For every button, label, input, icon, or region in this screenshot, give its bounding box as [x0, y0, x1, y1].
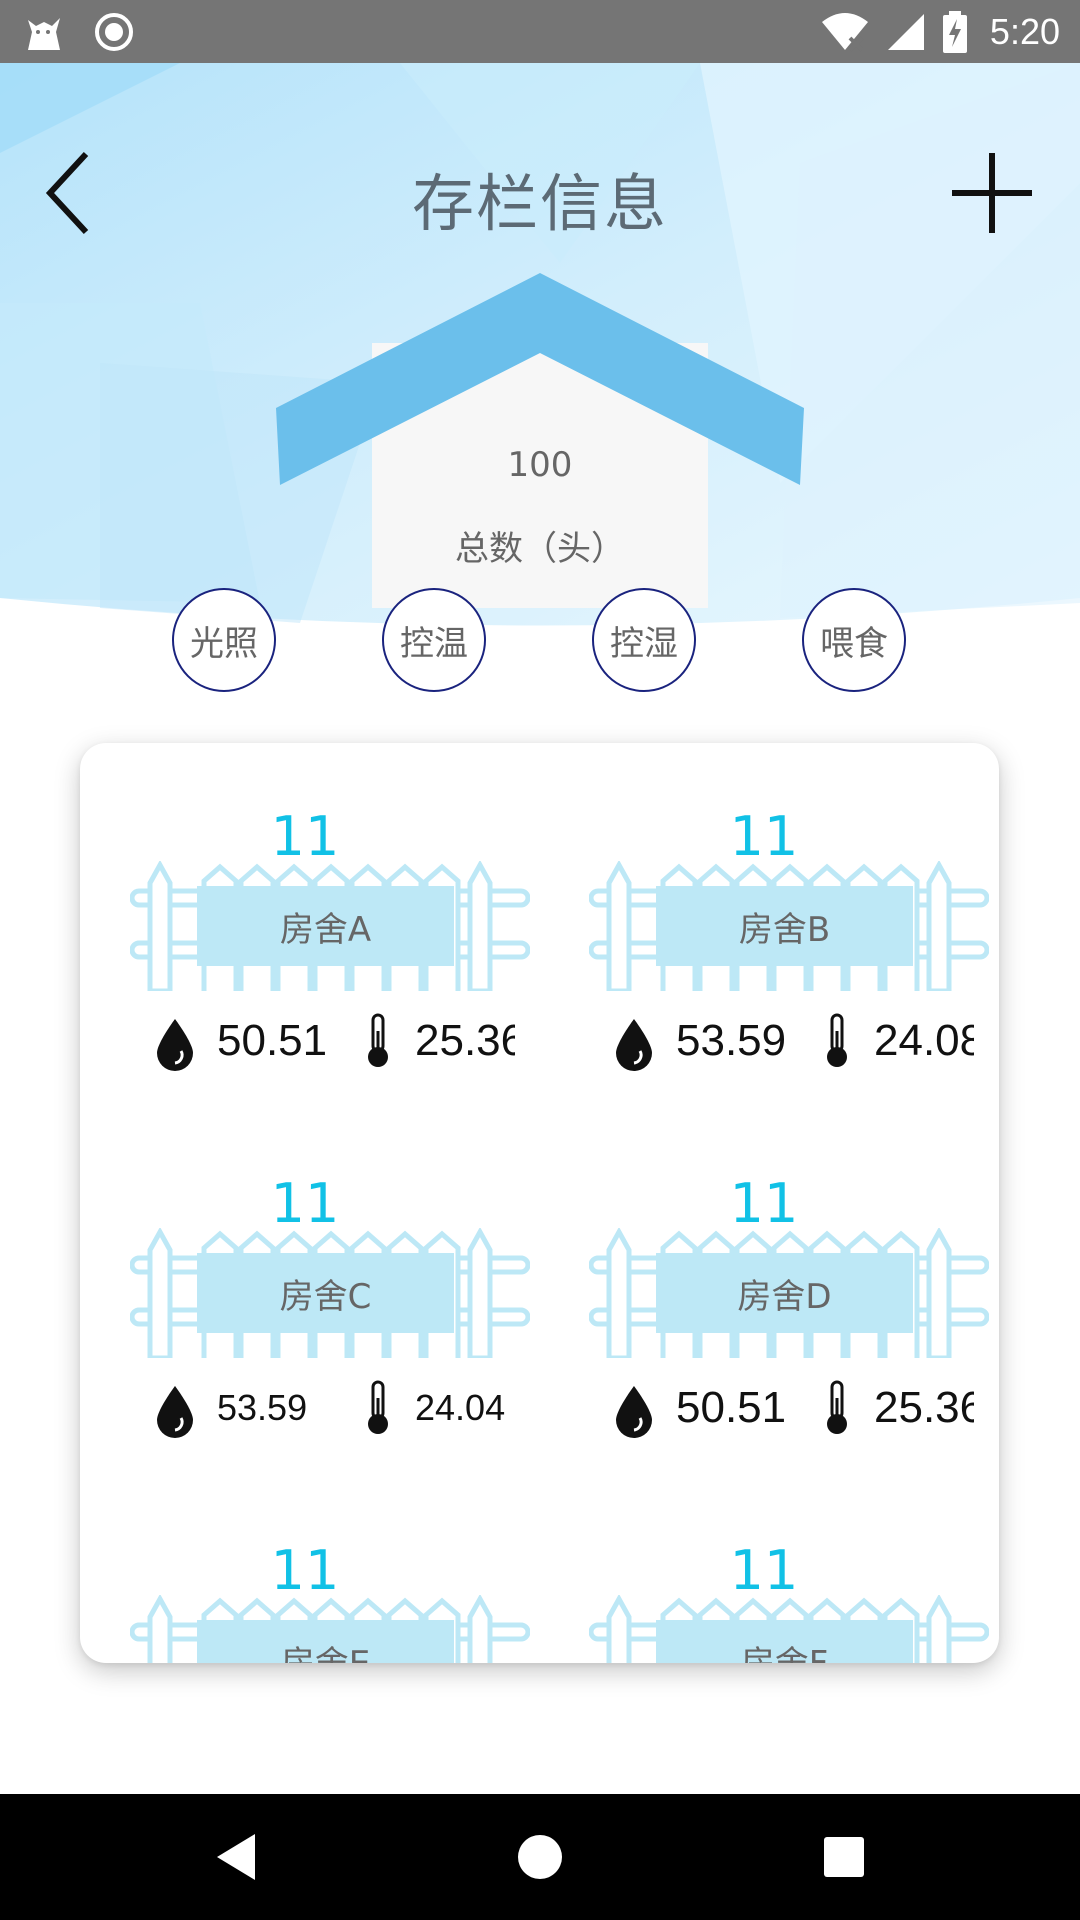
total-label: 总数（头） [455, 529, 625, 569]
temperature-value: 24.04 [415, 1387, 506, 1428]
house-metrics: 50.51 25.36 [614, 1380, 974, 1440]
humidity-control-label: 控湿 [610, 623, 678, 664]
recents-nav-icon[interactable] [811, 1824, 877, 1890]
house-count: 11 [270, 805, 340, 868]
house-metrics: 53.59 24.04 [155, 1380, 515, 1440]
house-cell[interactable]: 11 房舍F [564, 1477, 989, 1663]
house-name-plate[interactable]: 房舍D [656, 1253, 913, 1333]
house-name-plate[interactable]: 房舍B [656, 886, 913, 966]
water-drop-icon [157, 1019, 193, 1071]
navigation-bar [0, 1794, 1080, 1920]
temperature-control-label: 控温 [400, 623, 468, 664]
battery-icon [942, 10, 967, 53]
humidity-control-button[interactable]: 控湿 [592, 588, 696, 692]
wifi-icon [821, 12, 868, 51]
thermometer-icon [368, 1380, 388, 1434]
thermometer-icon [368, 1013, 388, 1067]
house-count: 11 [729, 1172, 799, 1235]
water-drop-icon [616, 1019, 652, 1071]
house-name: 房舍B [738, 909, 831, 950]
back-nav-icon[interactable] [203, 1824, 269, 1890]
total-count: 100 [507, 445, 573, 485]
house-metrics: 53.59 24.08 [614, 1013, 974, 1073]
house-name-plate[interactable]: 房舍A [197, 886, 454, 966]
temperature-value: 25.36 [415, 1016, 515, 1065]
house-name: 房舍D [737, 1276, 832, 1317]
house-grid-card: 11 房舍A 50.51 25.36 11 房舍B 53.59 24.08 11… [80, 743, 999, 1663]
house-name-plate[interactable]: 房舍E [197, 1620, 454, 1663]
signal-icon [887, 13, 924, 50]
house-count: 11 [270, 1539, 340, 1602]
feeding-control-button[interactable]: 喂食 [802, 588, 906, 692]
house-cell[interactable]: 11 房舍A 50.51 25.36 [105, 743, 530, 1073]
house-name-plate[interactable]: 房舍C [197, 1253, 454, 1333]
house-cell[interactable]: 11 房舍C 53.59 24.04 [105, 1110, 530, 1440]
house-count: 11 [729, 805, 799, 868]
light-control-label: 光照 [190, 623, 258, 664]
humidity-value: 50.51 [676, 1383, 787, 1432]
house-cell[interactable]: 11 房舍E [105, 1477, 530, 1663]
cat-icon [28, 18, 60, 50]
home-nav-icon[interactable] [507, 1824, 573, 1890]
house-metrics: 50.51 25.36 [155, 1013, 515, 1073]
thermometer-icon [827, 1013, 847, 1067]
hero-header: 存栏信息 100 总数（头） [0, 63, 1080, 630]
feeding-control-label: 喂食 [820, 623, 888, 664]
house-cell[interactable]: 11 房舍B 53.59 24.08 [564, 743, 989, 1073]
light-control-button[interactable]: 光照 [172, 588, 276, 692]
temperature-value: 25.36 [874, 1383, 974, 1432]
humidity-value: 53.59 [217, 1387, 308, 1428]
house-count: 11 [270, 1172, 340, 1235]
temperature-control-button[interactable]: 控温 [382, 588, 486, 692]
humidity-value: 53.59 [676, 1016, 787, 1065]
clock: 5:20 [989, 10, 1060, 52]
humidity-value: 50.51 [217, 1016, 328, 1065]
status-bar: 5:20 [0, 0, 1080, 63]
house-cell[interactable]: 11 房舍D 50.51 25.36 [564, 1110, 989, 1440]
page-title: 存栏信息 [411, 167, 668, 240]
house-name: 房舍E [281, 1636, 370, 1664]
thermometer-icon [827, 1380, 847, 1434]
add-button[interactable] [950, 151, 1034, 235]
record-icon [95, 13, 133, 51]
house-count: 11 [729, 1539, 799, 1602]
house-name-plate[interactable]: 房舍F [656, 1620, 913, 1663]
water-drop-icon [157, 1386, 193, 1438]
house-name: 房舍C [279, 1276, 372, 1317]
temperature-value: 24.08 [874, 1016, 974, 1065]
water-drop-icon [616, 1386, 652, 1438]
house-name: 房舍F [741, 1636, 829, 1664]
house-name: 房舍A [279, 909, 372, 950]
